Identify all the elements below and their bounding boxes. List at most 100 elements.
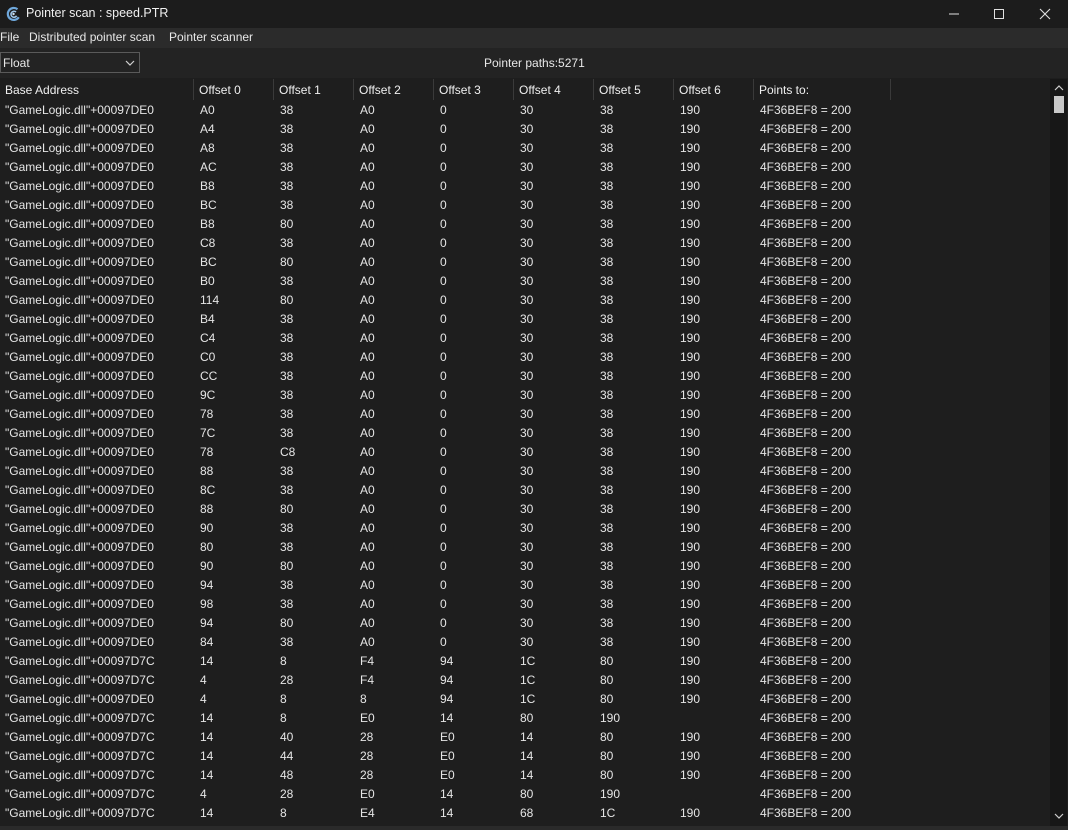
menu-pointer-scanner[interactable]: Pointer scanner xyxy=(169,30,253,44)
col-offset-5[interactable]: Offset 5 xyxy=(594,79,674,100)
table-row[interactable]: "GameLogic.dll"+00097DE0 BC 38 A0 0 30 38 190 4F… xyxy=(0,196,1050,215)
scroll-down-icon[interactable] xyxy=(1054,812,1064,820)
table-row[interactable]: "GameLogic.dll"+00097DE0 90 38 A0 0 30 38 190 4F… xyxy=(0,519,1050,538)
cell-points-to: 4F36BEF8 = 200 xyxy=(760,540,852,554)
col-offset-6[interactable]: Offset 6 xyxy=(674,79,754,100)
cell-points-to: 4F36BEF8 = 200 xyxy=(760,350,852,364)
table-row[interactable]: "GameLogic.dll"+00097DE0 CC 38 A0 0 30 38 190 4F… xyxy=(0,367,1050,386)
vertical-scrollbar[interactable] xyxy=(1050,79,1067,827)
cell-offset-1: 80 xyxy=(280,559,294,573)
minimize-button[interactable] xyxy=(931,0,977,28)
cell-offset-6: 190 xyxy=(680,407,701,421)
col-base-address[interactable]: Base Address xyxy=(0,79,194,100)
table-row[interactable]: "GameLogic.dll"+00097DE0 4 8 8 94 1C 80 190 4F36… xyxy=(0,690,1050,709)
col-offset-2[interactable]: Offset 2 xyxy=(354,79,434,100)
table-row[interactable]: "GameLogic.dll"+00097DE0 A4 38 A0 0 30 38 190 4F… xyxy=(0,120,1050,139)
cell-offset-3: 0 xyxy=(440,445,447,459)
window-bottom-edge xyxy=(0,826,1068,830)
table-row[interactable]: "GameLogic.dll"+00097DE0 80 38 A0 0 30 38 190 4F… xyxy=(0,538,1050,557)
cell-offset-1: 8 xyxy=(280,654,287,668)
maximize-button[interactable] xyxy=(976,0,1022,28)
table-row[interactable]: "GameLogic.dll"+00097DE0 7C 38 A0 0 30 38 190 4F… xyxy=(0,424,1050,443)
table-row[interactable]: "GameLogic.dll"+00097DE0 114 80 A0 0 30 38 190 4… xyxy=(0,291,1050,310)
close-button[interactable] xyxy=(1022,0,1068,28)
table-row[interactable]: "GameLogic.dll"+00097DE0 C4 38 A0 0 30 38 190 4F… xyxy=(0,329,1050,348)
cell-offset-2: 28 xyxy=(360,730,374,744)
table-row[interactable]: "GameLogic.dll"+00097DE0 90 80 A0 0 30 38 190 4F… xyxy=(0,557,1050,576)
table-row[interactable]: "GameLogic.dll"+00097DE0 78 38 A0 0 30 38 190 4F… xyxy=(0,405,1050,424)
cell-offset-2: A0 xyxy=(360,122,375,136)
cell-offset-5: 38 xyxy=(600,521,614,535)
cell-points-to: 4F36BEF8 = 200 xyxy=(760,122,852,136)
table-row[interactable]: "GameLogic.dll"+00097D7C 14 8 E4 14 68 1C 190 4F… xyxy=(0,804,1050,823)
table-row[interactable]: "GameLogic.dll"+00097DE0 88 38 A0 0 30 38 190 4F… xyxy=(0,462,1050,481)
table-row[interactable]: "GameLogic.dll"+00097DE0 B8 80 A0 0 30 38 190 4F… xyxy=(0,215,1050,234)
cell-offset-0: C0 xyxy=(200,350,216,364)
table-row[interactable]: "GameLogic.dll"+00097DE0 B8 38 A0 0 30 38 190 4F… xyxy=(0,177,1050,196)
table-row[interactable]: "GameLogic.dll"+00097DE0 B4 38 A0 0 30 38 190 4F… xyxy=(0,310,1050,329)
cell-offset-2: A0 xyxy=(360,483,375,497)
cell-offset-0: CC xyxy=(200,369,218,383)
cell-offset-4: 30 xyxy=(520,350,534,364)
table-row[interactable]: "GameLogic.dll"+00097D7C 14 48 28 E0 14 80 190 4… xyxy=(0,766,1050,785)
table-row[interactable]: "GameLogic.dll"+00097D7C 14 40 28 E0 14 80 190 4… xyxy=(0,728,1050,747)
menu-distributed-pointer-scan[interactable]: Distributed pointer scan xyxy=(29,30,155,44)
table-row[interactable]: "GameLogic.dll"+00097DE0 AC 38 A0 0 30 38 190 4F… xyxy=(0,158,1050,177)
cell-base-address: "GameLogic.dll"+00097DE0 xyxy=(5,312,154,326)
cell-offset-3: 94 xyxy=(440,654,454,668)
col-points-to[interactable]: Points to: xyxy=(754,79,891,100)
cell-offset-2: A0 xyxy=(360,103,375,117)
table-row[interactable]: "GameLogic.dll"+00097DE0 A8 38 A0 0 30 38 190 4F… xyxy=(0,139,1050,158)
table-row[interactable]: "GameLogic.dll"+00097DE0 78 C8 A0 0 30 38 190 4F… xyxy=(0,443,1050,462)
col-offset-3-label: Offset 3 xyxy=(439,83,481,97)
table-row[interactable]: "GameLogic.dll"+00097DE0 BC 80 A0 0 30 38 190 4F… xyxy=(0,253,1050,272)
table-row[interactable]: "GameLogic.dll"+00097DE0 94 80 A0 0 30 38 190 4F… xyxy=(0,614,1050,633)
cell-offset-1: 80 xyxy=(280,255,294,269)
table-row[interactable]: "GameLogic.dll"+00097DE0 C8 38 A0 0 30 38 190 4F… xyxy=(0,234,1050,253)
table-row[interactable]: "GameLogic.dll"+00097DE0 A0 38 A0 0 30 38 190 4F… xyxy=(0,101,1050,120)
table-row[interactable]: "GameLogic.dll"+00097DE0 94 38 A0 0 30 38 190 4F… xyxy=(0,576,1050,595)
cell-offset-6: 190 xyxy=(680,673,701,687)
cell-offset-3: 0 xyxy=(440,521,447,535)
col-offset-4-label: Offset 4 xyxy=(519,83,561,97)
table-row[interactable]: "GameLogic.dll"+00097DE0 84 38 A0 0 30 38 190 4F… xyxy=(0,633,1050,652)
cell-offset-3: 0 xyxy=(440,255,447,269)
table-row[interactable]: "GameLogic.dll"+00097D7C 4 28 F4 94 1C 80 190 4F… xyxy=(0,671,1050,690)
cell-offset-0: B8 xyxy=(200,179,215,193)
col-offset-3[interactable]: Offset 3 xyxy=(434,79,514,100)
table-row[interactable]: "GameLogic.dll"+00097D7C 14 44 28 E0 14 80 190 4… xyxy=(0,747,1050,766)
col-offset-4[interactable]: Offset 4 xyxy=(514,79,594,100)
cell-offset-1: 38 xyxy=(280,407,294,421)
table-row[interactable]: "GameLogic.dll"+00097DE0 B0 38 A0 0 30 38 190 4F… xyxy=(0,272,1050,291)
table-row[interactable]: "GameLogic.dll"+00097DE0 8C 38 A0 0 30 38 190 4F… xyxy=(0,481,1050,500)
table-row[interactable]: "GameLogic.dll"+00097D7C 14 8 E0 14 80 190 4F36… xyxy=(0,709,1050,728)
table-row[interactable]: "GameLogic.dll"+00097DE0 98 38 A0 0 30 38 190 4F… xyxy=(0,595,1050,614)
scrollbar-thumb[interactable] xyxy=(1054,96,1064,113)
cell-base-address: "GameLogic.dll"+00097DE0 xyxy=(5,293,154,307)
cell-offset-2: A0 xyxy=(360,141,375,155)
cell-offset-0: 84 xyxy=(200,635,214,649)
cell-offset-5: 1C xyxy=(600,806,616,820)
table-row[interactable]: "GameLogic.dll"+00097DE0 9C 38 A0 0 30 38 190 4F… xyxy=(0,386,1050,405)
cell-offset-3: 94 xyxy=(440,673,454,687)
cell-offset-3: 0 xyxy=(440,331,447,345)
table-row[interactable]: "GameLogic.dll"+00097D7C 4 28 E0 14 80 190 4F36… xyxy=(0,785,1050,804)
menu-file[interactable]: File xyxy=(0,30,19,44)
cell-offset-1: 8 xyxy=(280,711,287,725)
cell-offset-6: 190 xyxy=(680,578,701,592)
cell-offset-5: 80 xyxy=(600,673,614,687)
table-row[interactable]: "GameLogic.dll"+00097D7C 14 8 F4 94 1C 80 190 4F… xyxy=(0,652,1050,671)
scroll-up-icon[interactable] xyxy=(1054,84,1064,92)
table-row[interactable]: "GameLogic.dll"+00097DE0 C0 38 A0 0 30 38 190 4F… xyxy=(0,348,1050,367)
cell-offset-5: 38 xyxy=(600,616,614,630)
col-offset-0[interactable]: Offset 0 xyxy=(194,79,274,100)
cell-offset-2: E4 xyxy=(360,806,375,820)
cell-points-to: 4F36BEF8 = 200 xyxy=(760,293,852,307)
cell-offset-6: 190 xyxy=(680,483,701,497)
cell-offset-4: 30 xyxy=(520,464,534,478)
table-row[interactable]: "GameLogic.dll"+00097DE0 88 80 A0 0 30 38 190 4F… xyxy=(0,500,1050,519)
cell-offset-5: 38 xyxy=(600,464,614,478)
value-type-dropdown[interactable]: Float xyxy=(0,52,140,73)
col-offset-1[interactable]: Offset 1 xyxy=(274,79,354,100)
cell-points-to: 4F36BEF8 = 200 xyxy=(760,198,852,212)
